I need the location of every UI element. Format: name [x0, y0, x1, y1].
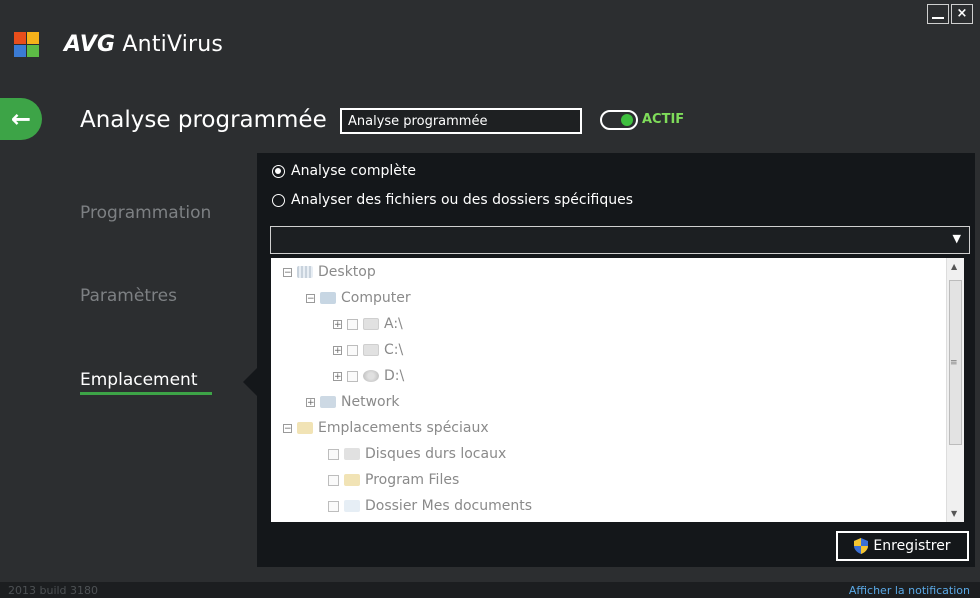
minimize-button[interactable] [927, 4, 949, 24]
tree-node-label: Desktop [318, 264, 376, 280]
nav-pointer [243, 368, 257, 396]
tree-node-network[interactable]: + Network [306, 394, 399, 410]
toggle-label: ACTIF [642, 112, 685, 127]
save-button[interactable]: Enregistrer [836, 531, 969, 561]
nav-item-parametres[interactable]: Paramètres [80, 286, 177, 306]
radio-specific-scan[interactable]: Analyser des fichiers ou des dossiers sp… [272, 192, 633, 208]
tree-node-label: C:\ [384, 342, 404, 358]
tree-node-label: Disques durs locaux [365, 446, 507, 462]
checkbox[interactable] [328, 500, 339, 512]
scroll-up-icon[interactable]: ▲ [951, 262, 957, 271]
active-toggle[interactable] [600, 110, 638, 130]
scroll-down-icon[interactable]: ▼ [951, 509, 957, 518]
folder-tree: − Desktop − Computer + A:\ + C:\ + D:\ +… [271, 258, 964, 522]
save-button-label: Enregistrer [873, 538, 951, 554]
shield-icon [854, 538, 869, 554]
tree-node-label: Network [341, 394, 400, 410]
brand-bold: AVG [64, 32, 116, 57]
tree-node-desktop[interactable]: − Desktop [283, 264, 376, 280]
back-arrow-icon: ← [10, 105, 32, 133]
tree-node-label: Emplacements spéciaux [318, 420, 489, 436]
collapse-icon[interactable]: − [306, 293, 315, 303]
build-info: 2013 build 3180 [8, 584, 99, 597]
tree-node-label: Program Files [365, 472, 460, 488]
folder-icon [344, 474, 360, 486]
status-bar [0, 582, 980, 598]
checkbox[interactable] [328, 474, 339, 486]
tree-node-label: Computer [341, 290, 411, 306]
radio-specific-scan-label: Analyser des fichiers ou des dossiers sp… [291, 192, 633, 208]
nav-active-indicator [80, 392, 212, 395]
scan-name-input[interactable] [340, 108, 582, 134]
show-notification-link[interactable]: Afficher la notification [849, 584, 970, 597]
checkbox[interactable] [347, 370, 358, 382]
path-dropdown[interactable]: ▼ [270, 226, 970, 254]
desktop-icon [297, 266, 313, 278]
expand-icon[interactable]: + [333, 371, 342, 381]
drive-icon [363, 318, 379, 330]
tree-node-special-locations[interactable]: − Emplacements spéciaux [283, 420, 489, 436]
nav-item-programmation[interactable]: Programmation [80, 203, 211, 223]
tree-node-local-disks[interactable]: Disques durs locaux [328, 446, 506, 462]
expand-icon[interactable]: + [306, 397, 315, 407]
network-icon [320, 396, 336, 408]
tree-node-drive-c[interactable]: + C:\ [333, 342, 403, 358]
folder-icon [297, 422, 313, 434]
hard-drive-icon [344, 448, 360, 460]
tree-node-program-files[interactable]: Program Files [328, 472, 459, 488]
collapse-icon[interactable]: − [283, 423, 292, 433]
radio-full-scan[interactable]: Analyse complète [272, 163, 416, 179]
app-window: AVG AntiVirus × ← Analyse programmée ACT… [0, 0, 980, 598]
expand-icon[interactable]: + [333, 319, 342, 329]
radio-full-scan-label: Analyse complète [291, 163, 416, 179]
collapse-icon[interactable]: − [283, 267, 292, 277]
avg-logo-icon [14, 32, 39, 57]
checkbox[interactable] [347, 318, 358, 330]
app-brand: AVG AntiVirus [64, 32, 223, 57]
documents-folder-icon [344, 500, 360, 512]
radio-unselected-icon [272, 193, 285, 207]
tree-node-drive-a[interactable]: + A:\ [333, 316, 403, 332]
back-button[interactable]: ← [0, 98, 42, 140]
tree-scrollbar[interactable]: ▲ ≡ ▼ [946, 258, 964, 522]
tree-node-label: D:\ [384, 368, 405, 384]
chevron-down-icon: ▼ [952, 232, 961, 245]
scrollbar-grip-icon: ≡ [950, 358, 958, 368]
tree-node-label: A:\ [384, 316, 403, 332]
tree-node-computer[interactable]: − Computer [306, 290, 411, 306]
close-button[interactable]: × [951, 4, 973, 24]
checkbox[interactable] [347, 344, 358, 356]
tree-node-my-documents[interactable]: Dossier Mes documents [328, 498, 532, 514]
brand-name: AntiVirus [122, 32, 224, 57]
cd-drive-icon [363, 370, 379, 382]
page-title: Analyse programmée [80, 107, 327, 133]
drive-icon [363, 344, 379, 356]
checkbox[interactable] [328, 448, 339, 460]
nav-item-emplacement[interactable]: Emplacement [80, 370, 198, 390]
tree-node-drive-d[interactable]: + D:\ [333, 368, 404, 384]
computer-icon [320, 292, 336, 304]
radio-selected-icon [272, 164, 285, 178]
expand-icon[interactable]: + [333, 345, 342, 355]
tree-node-label: Dossier Mes documents [365, 498, 533, 514]
